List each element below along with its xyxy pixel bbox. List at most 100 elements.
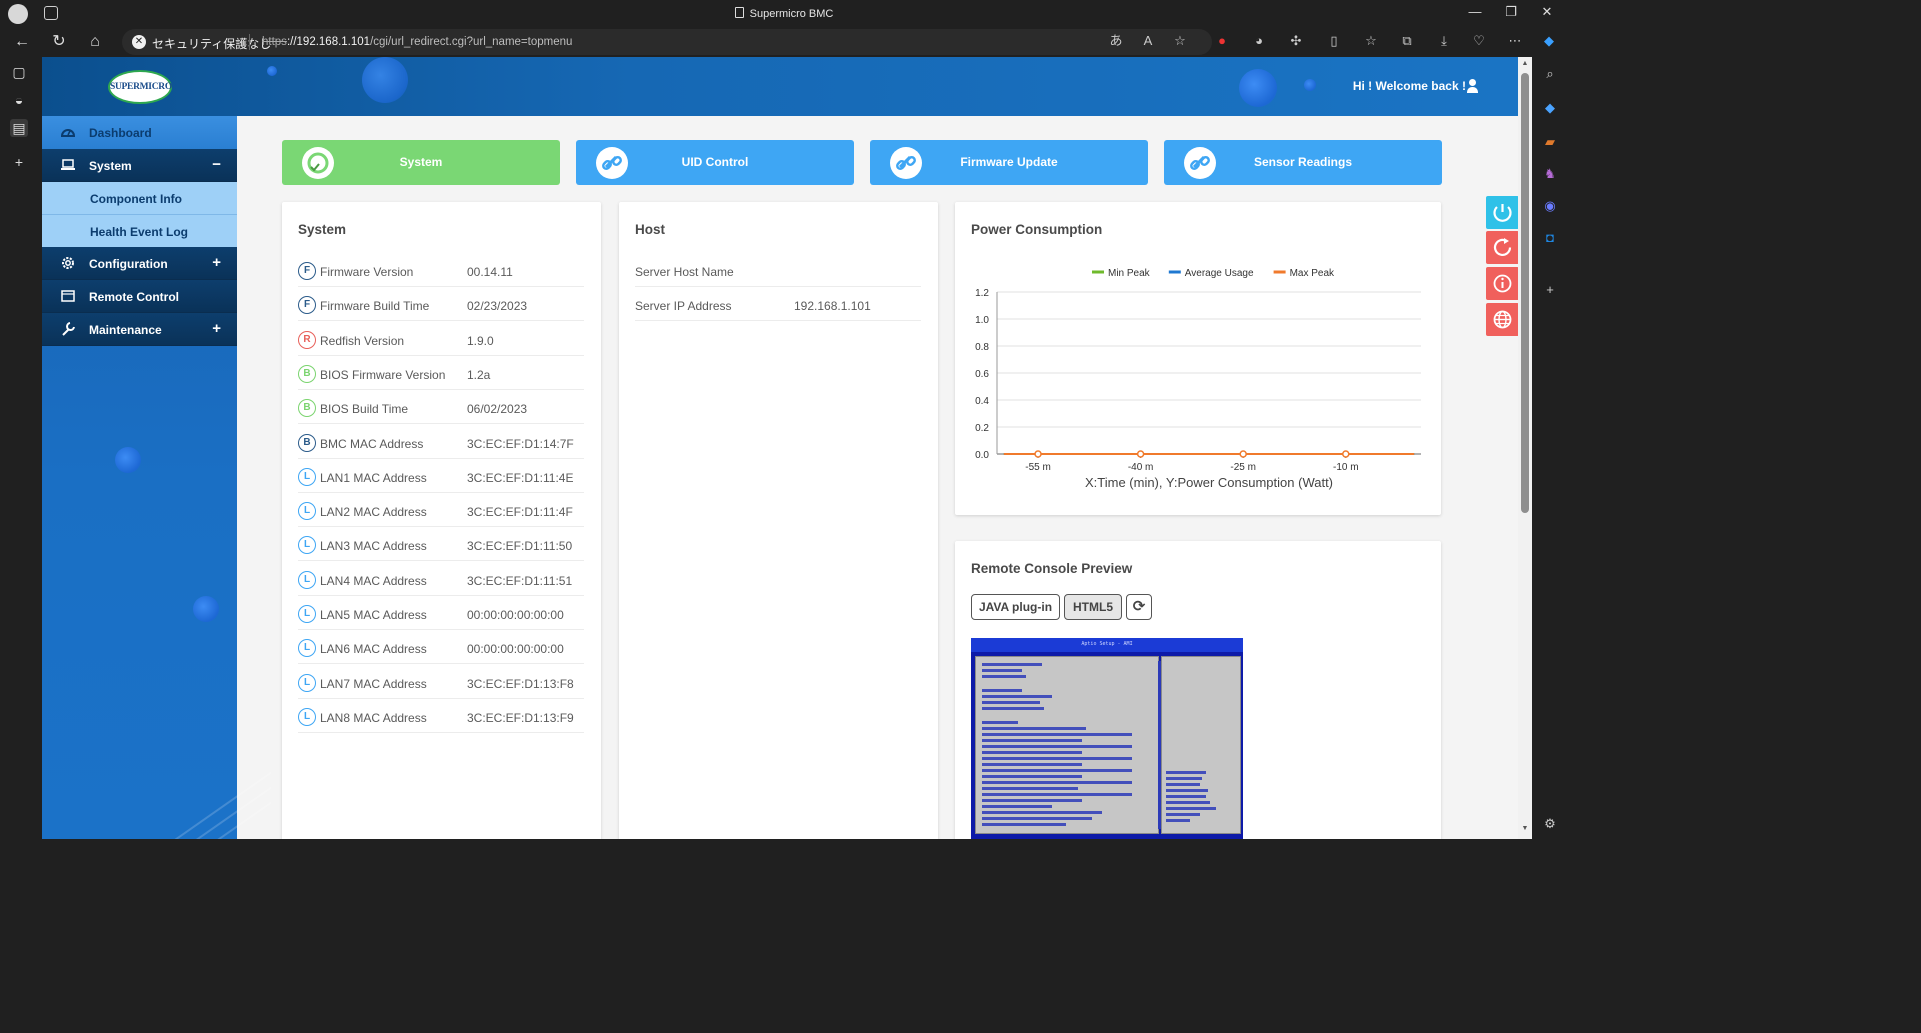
sidebar-settings-gear-icon[interactable]: ⚙ bbox=[1541, 815, 1559, 833]
info-icon bbox=[1486, 267, 1518, 300]
refresh-preview-icon[interactable]: ⟳ bbox=[1126, 594, 1152, 620]
badge-icon: F bbox=[298, 296, 316, 315]
y-tick-label: 0.2 bbox=[975, 423, 989, 434]
add-sidebar-app-icon[interactable]: + bbox=[1541, 281, 1559, 299]
copilot-app-icon[interactable]: ◉ bbox=[1541, 197, 1559, 215]
record-icon[interactable]: ● bbox=[1214, 33, 1230, 49]
system-info-row: L LAN7 MAC Address 3C:EC:EF:D1:13:F8 bbox=[298, 665, 584, 699]
host-row-label: Server Host Name bbox=[635, 265, 734, 279]
active-tab-page-icon[interactable]: ▤ bbox=[10, 119, 28, 137]
sensor-readings-card-button[interactable]: Sensor Readings bbox=[1164, 140, 1442, 185]
sidebar-item-health-event-log[interactable]: Health Event Log bbox=[42, 215, 237, 248]
close-icon[interactable]: ✕ bbox=[1532, 4, 1562, 20]
uid-control-card-button[interactable]: UID Control bbox=[576, 140, 854, 185]
badge-icon: R bbox=[298, 330, 316, 349]
new-tab-plus-icon[interactable]: + bbox=[10, 153, 28, 171]
tab-favicon-icon[interactable]: ◒ bbox=[10, 91, 28, 109]
sidebar-item-system[interactable]: System − bbox=[42, 149, 237, 182]
legend-label: Min Peak bbox=[1108, 268, 1151, 279]
java-plugin-button[interactable]: JAVA plug-in bbox=[971, 594, 1060, 620]
outlook-icon[interactable]: ◘ bbox=[1541, 229, 1559, 247]
favorites-icon[interactable]: ☆ bbox=[1363, 33, 1379, 49]
home-icon[interactable]: ⌂ bbox=[86, 33, 104, 51]
data-point bbox=[1136, 450, 1145, 458]
scroll-up-icon[interactable]: ▲ bbox=[1521, 60, 1529, 67]
back-arrow-icon[interactable]: ← bbox=[13, 33, 31, 51]
address-bar[interactable]: ✕ セキュリティ保護なし https://192.168.1.101/cgi/u… bbox=[122, 29, 1212, 55]
split-screen-icon[interactable]: ▯ bbox=[1326, 33, 1342, 49]
system-info-value: 3C:EC:EF:D1:11:50 bbox=[467, 539, 573, 554]
copilot-icon[interactable]: ◆ bbox=[1541, 33, 1557, 49]
badge-icon: L bbox=[298, 639, 316, 658]
extension-icon[interactable]: ◕ bbox=[1251, 33, 1267, 49]
system-info-label: BIOS Build Time bbox=[320, 402, 409, 417]
expand-icon[interactable]: + bbox=[212, 320, 221, 337]
puzzle-extensions-icon[interactable]: ✣ bbox=[1288, 33, 1304, 49]
system-card-button[interactable]: System bbox=[282, 140, 560, 185]
x-tick-label: -55 m bbox=[1025, 462, 1051, 473]
not-secure-icon[interactable]: ✕ bbox=[132, 35, 146, 49]
games-icon[interactable]: ♞ bbox=[1541, 165, 1559, 183]
x-tick-label: -25 m bbox=[1230, 462, 1256, 473]
read-aloud-icon[interactable]: A bbox=[1140, 33, 1156, 49]
power-button[interactable] bbox=[1486, 196, 1518, 229]
html5-button[interactable]: HTML5 bbox=[1064, 594, 1122, 620]
security-label[interactable]: セキュリティ保護なし bbox=[152, 35, 271, 52]
page-scrollbar[interactable]: ▲ ▼ bbox=[1518, 57, 1532, 839]
url-text[interactable]: https://192.168.1.101/cgi/url_redirect.c… bbox=[262, 36, 572, 48]
more-menu-icon[interactable]: ⋯ bbox=[1507, 33, 1523, 49]
laptop-icon bbox=[61, 159, 75, 170]
scroll-down-icon[interactable]: ▼ bbox=[1521, 825, 1529, 832]
sidebar-item-component-info[interactable]: Component Info bbox=[42, 182, 237, 215]
performance-heart-icon[interactable]: ♡ bbox=[1471, 33, 1487, 49]
system-info-label: Firmware Build Time bbox=[320, 299, 430, 314]
sidebar-item-dashboard[interactable]: Dashboard bbox=[42, 116, 237, 149]
scrollbar-thumb[interactable] bbox=[1521, 73, 1529, 513]
system-info-label: BMC MAC Address bbox=[320, 436, 424, 451]
console-menu-area bbox=[975, 656, 1161, 834]
maximize-icon[interactable]: ❐ bbox=[1496, 4, 1526, 20]
console-window-icon bbox=[61, 290, 75, 302]
system-info-value: 1.2a bbox=[467, 367, 491, 382]
downloads-icon[interactable]: ⤓ bbox=[1436, 33, 1452, 49]
firmware-update-card-button[interactable]: Firmware Update bbox=[870, 140, 1148, 185]
minimize-icon[interactable]: — bbox=[1460, 4, 1490, 19]
supermicro-logo[interactable]: SUPERMICRO bbox=[108, 70, 172, 104]
decor-bubble bbox=[1239, 69, 1277, 107]
console-preview-image[interactable]: Aptio Setup - AMI bbox=[971, 638, 1243, 839]
shopping-tag-icon[interactable]: ◆ bbox=[1541, 99, 1559, 117]
toolbox-icon[interactable]: ▰ bbox=[1541, 133, 1559, 151]
sidebar-item-remote-control[interactable]: Remote Control bbox=[42, 280, 237, 313]
sidebar-item-maintenance[interactable]: Maintenance + bbox=[42, 313, 237, 346]
sidebar-item-configuration[interactable]: Configuration + bbox=[42, 247, 237, 280]
language-button[interactable] bbox=[1486, 303, 1518, 336]
system-panel-title: System bbox=[298, 222, 347, 237]
host-panel-title: Host bbox=[635, 222, 665, 237]
system-info-row: R Redfish Version 1.9.0 bbox=[298, 322, 584, 356]
info-button[interactable] bbox=[1486, 267, 1518, 300]
legend-label: Average Usage bbox=[1185, 268, 1254, 279]
favorite-star-icon[interactable]: ☆ bbox=[1172, 33, 1188, 49]
system-info-value: 3C:EC:EF:D1:13:F9 bbox=[467, 710, 574, 725]
system-info-value: 00:00:00:00:00:00 bbox=[467, 642, 564, 657]
data-point bbox=[1239, 450, 1247, 458]
collapse-icon[interactable]: − bbox=[212, 156, 221, 173]
badge-icon: L bbox=[298, 536, 316, 555]
expand-icon[interactable]: + bbox=[212, 254, 221, 271]
tab-list-icon[interactable]: ▢ bbox=[10, 63, 28, 81]
reset-button[interactable] bbox=[1486, 231, 1518, 264]
system-info-value: 3C:EC:EF:D1:14:7F bbox=[467, 436, 574, 451]
translate-icon[interactable]: あ bbox=[1108, 33, 1124, 49]
power-consumption-chart: 1.2 1.0 0.8 0.6 0.4 0.2 0.0 -55 m -40 m -25 m -10 … bbox=[975, 268, 1421, 490]
power-consumption-panel: Power Consumption 1.2 1.0 0.8 0.6 0.4 0.2 0.0-… bbox=[955, 202, 1441, 515]
system-info-row: L LAN5 MAC Address 00:00:00:00:00:00 bbox=[298, 596, 584, 630]
system-info-row: B BIOS Firmware Version 1.2a bbox=[298, 356, 584, 390]
system-info-value: 1.9.0 bbox=[467, 333, 494, 348]
refresh-icon[interactable]: ↻ bbox=[50, 33, 68, 51]
user-icon[interactable] bbox=[1467, 79, 1478, 93]
search-icon[interactable]: ⌕ bbox=[1541, 65, 1559, 83]
system-info-row: B BMC MAC Address 3C:EC:EF:D1:14:7F bbox=[298, 425, 584, 459]
collections-icon[interactable]: ⧉ bbox=[1399, 33, 1415, 49]
system-info-row: F Firmware Build Time 02/23/2023 bbox=[298, 287, 584, 322]
y-tick-label: 0.8 bbox=[975, 342, 989, 353]
